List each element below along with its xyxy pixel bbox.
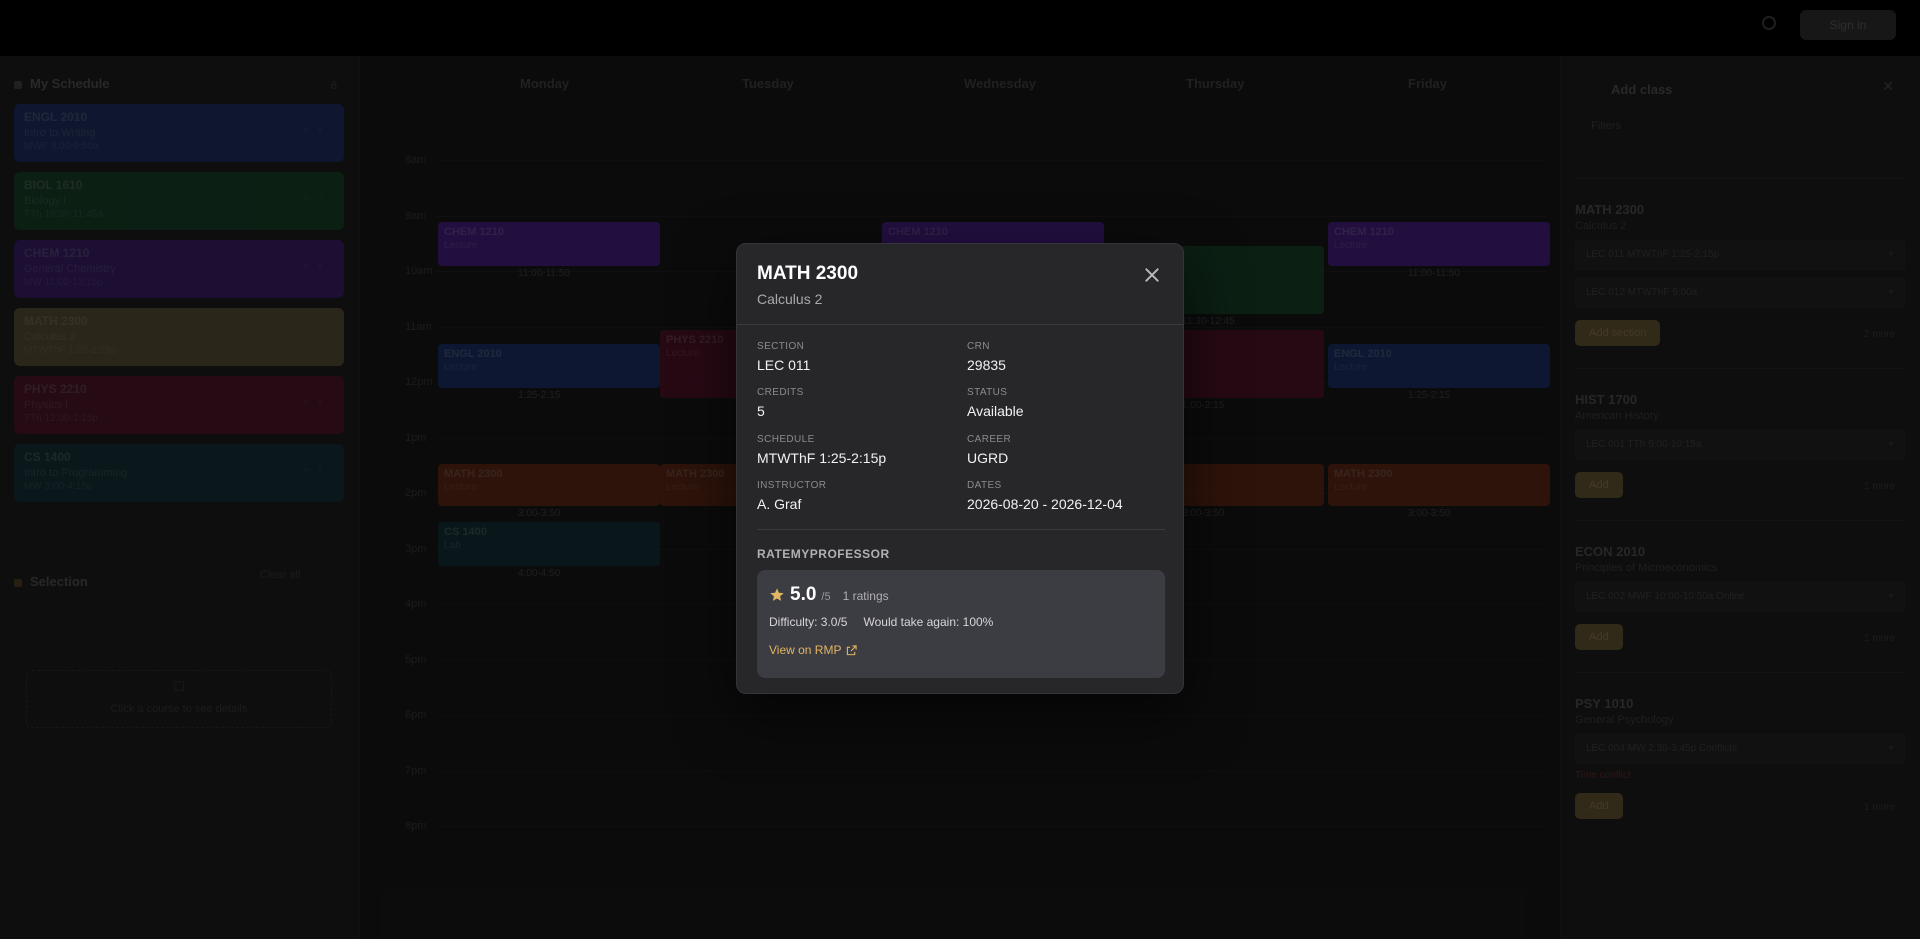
view-on-rmp-link[interactable]: View on RMP [769, 643, 858, 657]
dates-field: DATES 2026-08-20 - 2026-12-04 [967, 480, 1123, 512]
rmp-heading: RATEMYPROFESSOR [757, 547, 890, 561]
modal-header: MATH 2300 Calculus 2 [737, 244, 1183, 325]
instructor-field: INSTRUCTOR A. Graf [757, 480, 827, 512]
modal-divider [757, 529, 1165, 530]
rmp-score-row: 5.0 /5 1 ratings [769, 584, 1153, 606]
schedule-field: SCHEDULE MTWThF 1:25-2:15p [757, 434, 887, 466]
career-field: CAREER UGRD [967, 434, 1012, 466]
credits-field: CREDITS 5 [757, 387, 804, 419]
modal-course-title: Calculus 2 [757, 291, 823, 307]
star-icon [770, 588, 784, 601]
external-link-icon [847, 644, 858, 655]
rmp-rating-count: 1 ratings [842, 589, 889, 603]
rmp-out-of: /5 [821, 591, 831, 603]
status-field: STATUS Available [967, 387, 1024, 419]
course-detail-modal: MATH 2300 Calculus 2 SECTION LEC 011 CRN… [736, 243, 1184, 694]
rmp-stats: Difficulty: 3.0/5 Would take again: 100% [769, 615, 1153, 629]
rmp-difficulty: Difficulty: 3.0/5 [769, 615, 848, 629]
rmp-take-again: Would take again: 100% [863, 615, 994, 629]
section-field: SECTION LEC 011 [757, 341, 811, 373]
crn-field: CRN 29835 [967, 341, 1006, 373]
rmp-card: 5.0 /5 1 ratings Difficulty: 3.0/5 Would … [757, 570, 1165, 678]
modal-course-code: MATH 2300 [757, 263, 859, 284]
close-icon[interactable] [1141, 264, 1163, 286]
rmp-score: 5.0 [790, 584, 817, 605]
